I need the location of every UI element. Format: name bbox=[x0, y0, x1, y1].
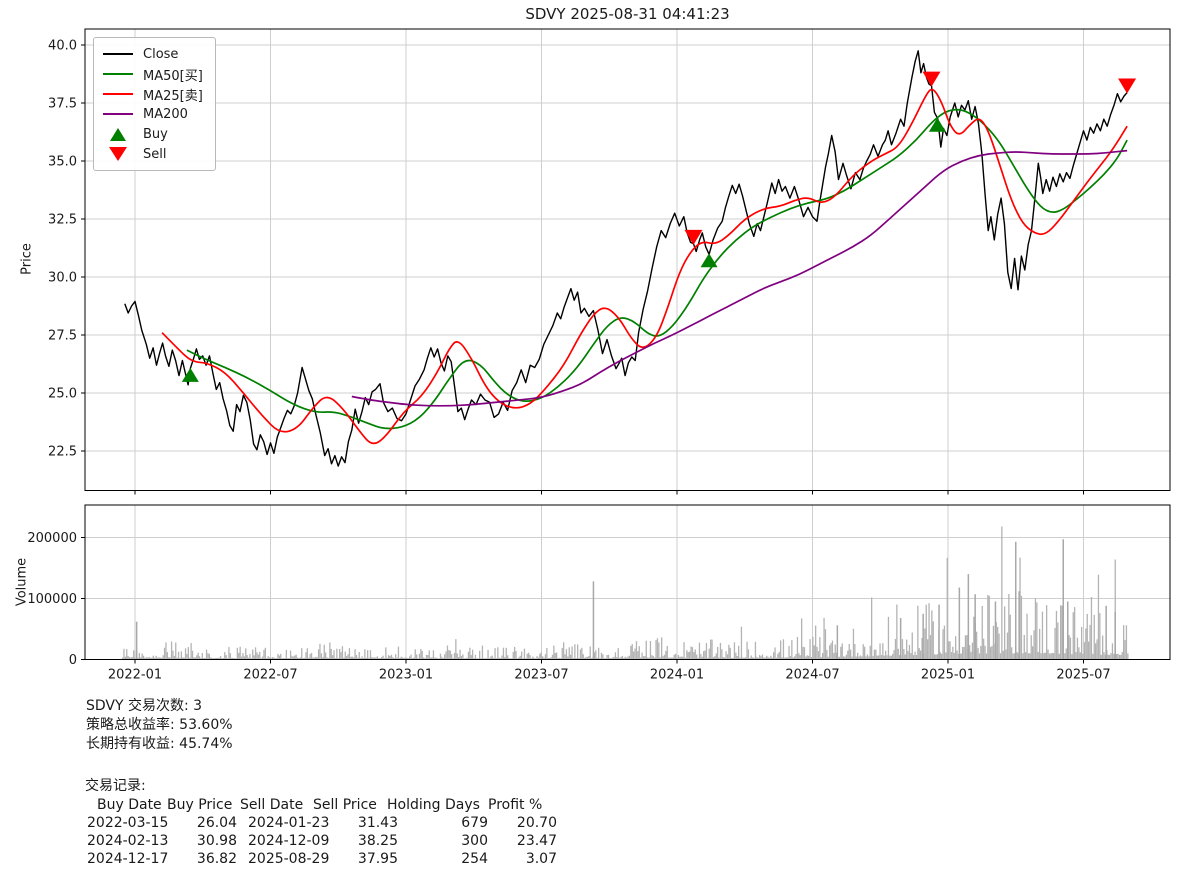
trade-cell: 30.98 bbox=[177, 833, 237, 850]
trade-cell: 2024-12-17 bbox=[87, 851, 168, 868]
buy-markers bbox=[182, 118, 946, 382]
ma50-line-swatch bbox=[103, 73, 133, 75]
tick-label: 37.5 bbox=[48, 97, 77, 112]
legend-label: Close bbox=[143, 47, 178, 62]
tick-label: 35.0 bbox=[48, 155, 77, 170]
trade-cell: 20.70 bbox=[477, 815, 557, 832]
trade-cell: 38.25 bbox=[318, 833, 398, 850]
trade-cell: 23.47 bbox=[477, 833, 557, 850]
ma200-line-swatch bbox=[103, 113, 133, 115]
legend-item-ma25: MA25[卖] bbox=[103, 84, 203, 104]
tick-label: 2025-01 bbox=[921, 668, 975, 683]
ma25-line bbox=[162, 90, 1127, 444]
close-line bbox=[125, 51, 1127, 466]
tick-label: 100000 bbox=[27, 592, 77, 607]
trade-col-header: Profit % bbox=[488, 797, 542, 814]
trade-cell: 3.07 bbox=[477, 851, 557, 868]
legend: Close MA50[买] MA25[卖] MA200 Buy Sell bbox=[93, 37, 216, 171]
legend-label: MA25[卖] bbox=[143, 85, 203, 104]
trade-col-header: Holding Days bbox=[387, 797, 480, 814]
tick-label: 2024-01 bbox=[650, 668, 704, 683]
sell-marker bbox=[923, 72, 941, 87]
price-axis-label: Price bbox=[20, 243, 35, 275]
sell-marker bbox=[684, 230, 702, 245]
trade-cell: 2022-03-15 bbox=[87, 815, 168, 832]
legend-label: MA200 bbox=[143, 107, 188, 122]
chart-title: SDVY 2025-08-31 04:41:23 bbox=[85, 5, 1170, 23]
legend-item-ma50: MA50[买] bbox=[103, 64, 203, 84]
strategy-summary: SDVY 交易次数: 3 策略总收益率: 53.60% 长期持有收益: 45.7… bbox=[86, 697, 233, 754]
strategy-return-line: 策略总收益率: 53.60% bbox=[86, 717, 233, 733]
trade-cell: 300 bbox=[408, 833, 488, 850]
legend-item-ma200: MA200 bbox=[103, 104, 203, 124]
tick-label: 2022-01 bbox=[108, 668, 162, 683]
trade-col-header: Sell Price bbox=[313, 797, 377, 814]
hold-return-line: 长期持有收益: 45.74% bbox=[86, 736, 233, 752]
trade-cell: 36.82 bbox=[177, 851, 237, 868]
buy-triangle-icon bbox=[103, 128, 133, 141]
legend-item-close: Close bbox=[103, 44, 203, 64]
tick-label: 27.5 bbox=[48, 329, 77, 344]
tick-label: 0 bbox=[69, 653, 77, 668]
legend-item-buy: Buy bbox=[103, 124, 203, 144]
tick-label: 22.5 bbox=[48, 445, 77, 460]
price-series bbox=[125, 51, 1127, 466]
volume-axis-label: Volume bbox=[15, 558, 30, 606]
tick-label: 25.0 bbox=[48, 387, 77, 402]
axes-spines bbox=[85, 29, 1170, 660]
ma25-line-swatch bbox=[103, 93, 133, 95]
legend-label: MA50[买] bbox=[143, 65, 203, 84]
legend-label: Sell bbox=[143, 147, 166, 162]
trade-log-heading: 交易记录: bbox=[85, 778, 146, 795]
tick-label: 2023-07 bbox=[514, 668, 568, 683]
ma50-line bbox=[187, 110, 1127, 429]
trade-cell: 679 bbox=[408, 815, 488, 832]
legend-item-sell: Sell bbox=[103, 144, 203, 164]
trade-col-header: Sell Date bbox=[240, 797, 303, 814]
trade-cell: 26.04 bbox=[177, 815, 237, 832]
tick-label: 32.5 bbox=[48, 213, 77, 228]
trade-cell: 2024-02-13 bbox=[87, 833, 168, 850]
figure: 22.5 25.0 27.5 30.0 32.5 35.0 37.5 40.0 0 100000 2… bbox=[0, 0, 1180, 875]
trade-log: 交易记录: Buy Date Buy Price Sell Date Sell Pri… bbox=[85, 778, 665, 873]
trade-cell: 254 bbox=[408, 851, 488, 868]
ma200-line bbox=[352, 151, 1127, 406]
sell-marker bbox=[1118, 79, 1136, 94]
trade-col-header: Buy Price bbox=[167, 797, 232, 814]
trade-cell: 31.43 bbox=[318, 815, 398, 832]
tick-label: 200000 bbox=[27, 531, 77, 546]
tick-label: 2025-07 bbox=[1056, 668, 1110, 683]
buy-marker bbox=[701, 253, 718, 267]
volume-bars bbox=[122, 527, 1129, 660]
tick-label: 2024-07 bbox=[785, 668, 839, 683]
tick-label: 2022-07 bbox=[243, 668, 297, 683]
buy-marker bbox=[929, 118, 946, 132]
legend-label: Buy bbox=[143, 127, 168, 142]
trade-col-header: Buy Date bbox=[97, 797, 162, 814]
tick-label: 2023-01 bbox=[379, 668, 433, 683]
tick-label: 40.0 bbox=[48, 39, 77, 54]
trade-cell: 37.95 bbox=[318, 851, 398, 868]
trades-count-line: SDVY 交易次数: 3 bbox=[86, 698, 202, 714]
sell-triangle-icon bbox=[103, 147, 133, 161]
tick-label: 30.0 bbox=[48, 271, 77, 286]
close-line-swatch bbox=[103, 53, 133, 55]
